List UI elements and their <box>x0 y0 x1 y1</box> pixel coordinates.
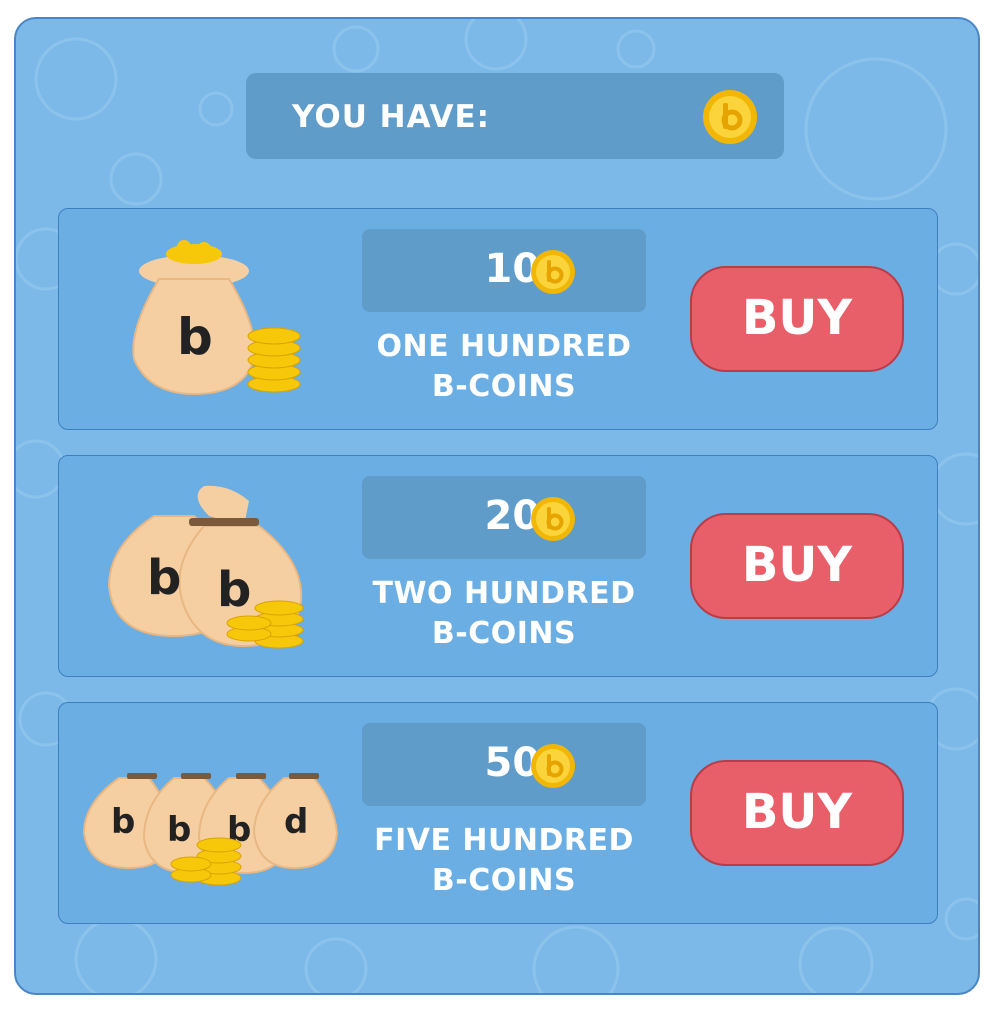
svg-text:b: b <box>217 562 251 618</box>
b-coin-icon <box>703 90 757 144</box>
pack-name-line2: B-COINS <box>431 369 577 404</box>
svg-text:b: b <box>167 810 191 850</box>
pack-name: TWO HUNDRED B-COINS <box>362 574 646 654</box>
b-coin-icon <box>531 497 575 541</box>
svg-text:d: d <box>284 802 308 842</box>
pack-name-line1: TWO HUNDRED <box>372 576 636 611</box>
two-money-bags-icon: b b <box>107 485 304 649</box>
svg-text:b: b <box>177 308 213 366</box>
svg-text:b: b <box>111 802 135 842</box>
buy-button-100[interactable]: BUY <box>690 266 904 372</box>
pack-card-200: b b 200 TWO HUNDRED B-COINS BUY <box>58 455 938 677</box>
pack-name-line1: ONE HUNDRED <box>376 329 632 364</box>
price-box: 200 <box>362 476 646 559</box>
pack-name: ONE HUNDRED B-COINS <box>362 327 646 407</box>
price-box: 500 <box>362 723 646 806</box>
b-coin-icon <box>531 250 575 294</box>
balance-label: YOU HAVE: <box>292 99 491 135</box>
balance-bar: YOU HAVE: <box>246 73 784 159</box>
buy-button-200[interactable]: BUY <box>690 513 904 619</box>
b-coin-icon <box>531 744 575 788</box>
svg-text:b: b <box>147 550 181 606</box>
pack-name-line2: B-COINS <box>431 616 577 651</box>
pack-name-line1: FIVE HUNDRED <box>374 823 634 858</box>
single-money-bag-icon: b <box>132 240 301 396</box>
pack-name: FIVE HUNDRED B-COINS <box>362 821 646 901</box>
pack-name-line2: B-COINS <box>431 863 577 898</box>
shop-panel: YOU HAVE: b 100 ONE HUNDRED B-COINS BUY … <box>14 17 980 995</box>
four-money-bags-icon: bb bd <box>82 773 339 886</box>
price-box: 100 <box>362 229 646 312</box>
buy-button-500[interactable]: BUY <box>690 760 904 866</box>
pack-card-100: b 100 ONE HUNDRED B-COINS BUY <box>58 208 938 430</box>
pack-card-500: bb bd 500 FIVE HUNDRED B-COINS BUY <box>58 702 938 924</box>
